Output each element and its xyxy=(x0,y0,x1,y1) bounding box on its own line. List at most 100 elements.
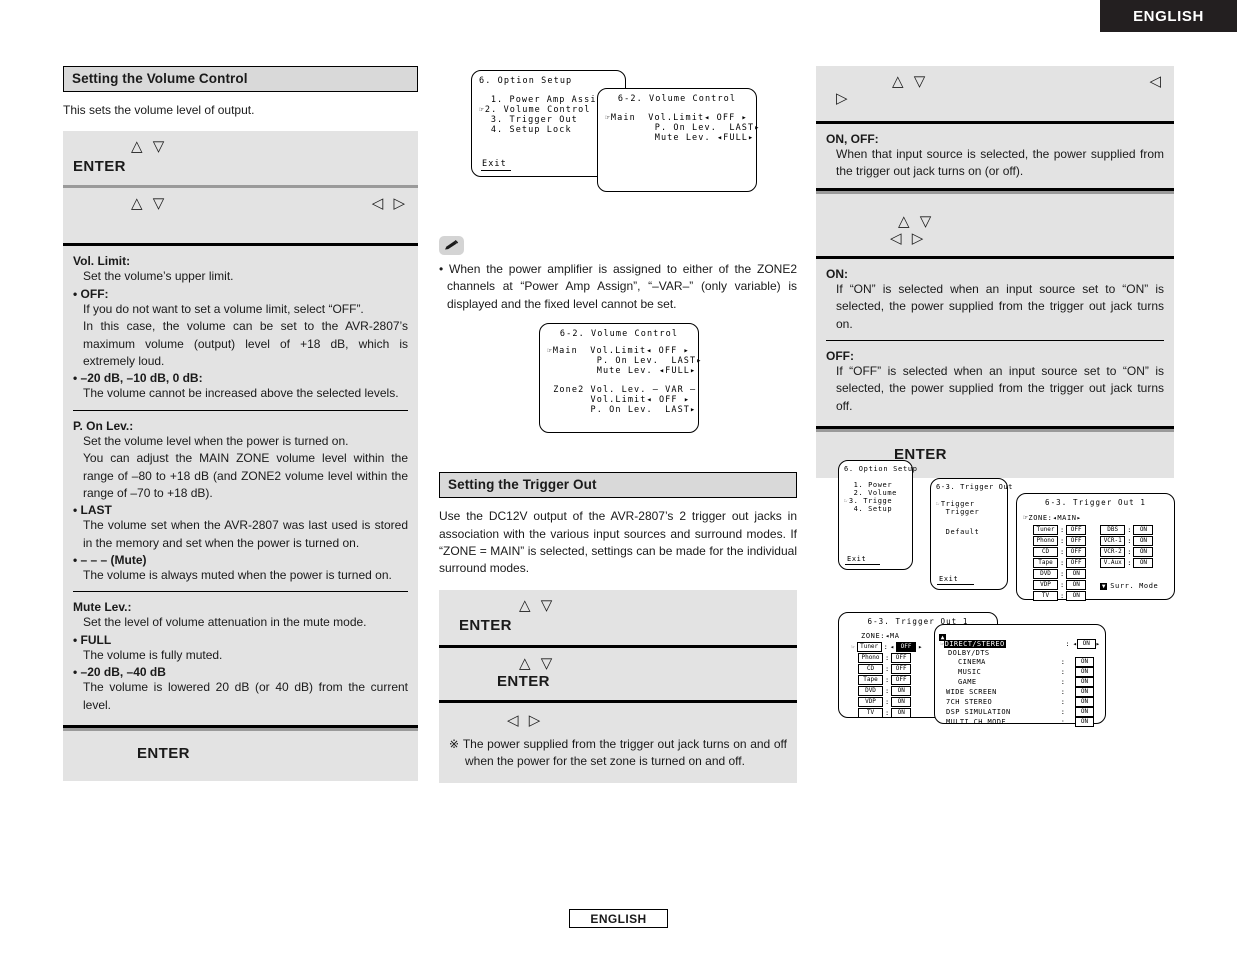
mode-row[interactable]: ☞ DIRECT/STEREO : ◂ ON ▸ xyxy=(940,639,1100,649)
osd-title-volume-control: 6-2. Volume Control xyxy=(617,94,737,104)
mode-label: CINEMA xyxy=(958,658,986,666)
section-heading-volume: Setting the Volume Control xyxy=(63,66,418,92)
osd-group-volume-zone2: 6-2. Volume Control ☞Main Vol.Limit◂ OFF… xyxy=(439,323,797,448)
osd-row-mute-lev[interactable]: Mute Lev. ◂FULL▸ xyxy=(605,133,753,143)
memo-note-text: • When the power amplifier is assigned t… xyxy=(439,262,797,311)
term-vol-limit: Vol. Limit: xyxy=(73,254,131,269)
osd-group-volume: 6. Option Setup 1. Power Amp Assign ☞2. … xyxy=(439,66,797,216)
source-row[interactable]: V.Aux: ON xyxy=(1100,558,1158,568)
arrow-left-icon: ◁ xyxy=(1149,73,1164,90)
bullet-full-label: • FULL xyxy=(73,632,112,647)
mode-row[interactable]: CINEMA : ON xyxy=(940,657,1100,667)
osd-trig-item-1[interactable]: Trigger xyxy=(936,508,1002,516)
source-row[interactable]: Tape: OFF xyxy=(1033,558,1087,568)
osd-small-item-0[interactable]: 1. Power xyxy=(844,481,907,489)
osd-volume-rows: ☞Main Vol.Limit◂ OFF ▸ P. On Lev. LAST▸ … xyxy=(605,113,760,143)
mode-value: ON xyxy=(1075,657,1094,667)
desc-off: If “OFF” is selected when an input sourc… xyxy=(836,363,1164,413)
term-on-off: ON, OFF: xyxy=(826,132,879,146)
osd-trig-item-2[interactable]: Default xyxy=(936,528,1002,536)
mode-value: ON xyxy=(1075,697,1094,707)
source-row[interactable]: DVD: ON xyxy=(1033,569,1087,579)
mode-label: DIRECT/STEREO xyxy=(943,640,1006,648)
source-list-right: DBS: ON VCR-1: ON VCR-2: ON V.Aux: ON ▼ Surr… xyxy=(1100,525,1158,601)
source-row[interactable]: TV: ON xyxy=(1033,591,1087,601)
desc-mute-lev: Set the level of volume attenuation in t… xyxy=(83,615,367,630)
osd-z2-row-vol-lev[interactable]: Zone2 Vol. Lev. – VAR – xyxy=(547,385,695,395)
entry-p-on-lev: P. On Lev.: Set the volume level when th… xyxy=(63,411,418,592)
arrow-left-right-icon-3: ◁ ▷ xyxy=(890,229,927,247)
mode-row[interactable]: MULTI CH MODE : ON xyxy=(940,717,1100,727)
enter-label-3: ENTER xyxy=(459,616,512,634)
surr-mode-link[interactable]: ▼ Surr. Mode xyxy=(1100,582,1158,590)
volume-intro-text: This sets the volume level of output. xyxy=(63,103,255,117)
source-row[interactable]: Tuner: OFF xyxy=(1033,525,1087,535)
bullet-2040-text: The volume is lowered 20 dB (or 40 dB) f… xyxy=(83,680,408,712)
osd-z2-row-vol-limit2[interactable]: Vol.Limit◂ OFF ▸ xyxy=(547,395,691,405)
desc-vol-limit: Set the volume’s upper limit. xyxy=(83,269,234,284)
arrow-up-down-icon-4: △ ▽ xyxy=(519,654,556,672)
osd-small-item-1[interactable]: 2. Volume xyxy=(844,489,907,497)
section-trigger-out: Setting the Trigger Out Use the DC12V ou… xyxy=(439,472,797,783)
osd-small-item-2[interactable]: ☞3. Trigge xyxy=(844,497,907,505)
mode-row[interactable]: DOLBY/DTS xyxy=(940,649,1100,657)
source-row[interactable]: VCR-2: ON xyxy=(1100,547,1158,557)
mode-label: MULTI CH MODE xyxy=(946,718,1006,726)
enter-label-1: ENTER xyxy=(73,158,126,176)
term-mute-lev: Mute Lev.: xyxy=(73,600,132,615)
mode-row[interactable]: GAME : ON xyxy=(940,677,1100,687)
surr-mode-label: Surr. Mode xyxy=(1110,582,1159,590)
arrow-up-down-icon: △ ▽ xyxy=(131,138,168,156)
mode-row[interactable]: WIDE SCREEN : ON xyxy=(940,687,1100,697)
mode-row[interactable]: 7CH STEREO : ON xyxy=(940,697,1100,707)
source-row[interactable]: DBS: ON xyxy=(1100,525,1158,535)
source-row[interactable]: Phono: OFF xyxy=(1033,536,1087,546)
mode-row[interactable]: MUSIC : ON xyxy=(940,667,1100,677)
mode-value: ON xyxy=(1075,667,1094,677)
mode-label: MUSIC xyxy=(958,668,982,676)
bullet-last-label: • LAST xyxy=(73,503,112,518)
osd-title-volume-control-z2: 6-2. Volume Control xyxy=(559,329,679,340)
desc-on-off: When that input source is selected, the … xyxy=(836,147,1164,179)
source-row[interactable]: CD: OFF xyxy=(1033,547,1087,557)
bullet-off-label: • OFF: xyxy=(73,286,109,301)
osd-cluster-trigger: 6. Option Setup 1. Power 2. Volume ☞3. T… xyxy=(838,460,1230,740)
osd-exit-button[interactable]: Exit xyxy=(481,159,511,171)
osd-trig-exit[interactable]: Exit xyxy=(937,575,975,585)
bullet-mute-label: • – – – (Mute) xyxy=(73,553,147,568)
mode-label: WIDE SCREEN xyxy=(946,688,997,696)
osd-row-p-on-lev[interactable]: P. On Lev. LAST▸ xyxy=(605,123,760,133)
mode-row[interactable]: DSP SIMULATION : ON xyxy=(940,707,1100,717)
osd-z2-row-vol-limit[interactable]: ☞Main Vol.Limit◂ OFF ▸ xyxy=(547,346,691,356)
volume-operation-panel-top: △ ▽ ENTER △ ▽ ◁ ▷ Vol. Limit: Set the vo… xyxy=(63,131,418,782)
osd-z2-row-mute-lev[interactable]: Mute Lev. ◂FULL▸ xyxy=(547,366,695,376)
osd-z2-row-p-on-lev[interactable]: P. On Lev. LAST▸ xyxy=(547,356,702,366)
mode-value: ON xyxy=(1075,707,1094,717)
arrow-up-down-icon-2: △ ▽ xyxy=(131,195,168,213)
osd-trig-item-0[interactable]: ☞Trigger xyxy=(936,500,1002,508)
osd-panel-volume-control-main: 6-2. Volume Control ☞Main Vol.Limit◂ OFF… xyxy=(597,88,760,192)
osd-z2-row-p-on-lev2[interactable]: P. On Lev. LAST▸ xyxy=(547,405,696,415)
mode-value: ON xyxy=(1075,687,1094,697)
osd-small-exit[interactable]: Exit xyxy=(845,555,881,565)
source-row[interactable]: VCR-1: ON xyxy=(1100,536,1158,546)
osd-panel-trigger-out-menu: 6-3. Trigger Out ☞Trigger Trigger Defaul… xyxy=(930,478,1014,590)
osd-row-vol-limit[interactable]: ☞Main Vol.Limit◂ OFF ▸ xyxy=(605,113,749,123)
trigger-operation-panel: △ ▽ ENTER △ ▽ ENTER ◁ ▷ ※ The power supp… xyxy=(439,589,797,783)
arrow-right-icon: ▷ xyxy=(836,90,851,107)
osd-title-trigger-menu: 6-3. Trigger Out xyxy=(936,483,1014,491)
source-row[interactable]: VDP: ON xyxy=(1033,580,1087,590)
desc-p-on-lev: Set the volume level when the power is t… xyxy=(83,433,408,500)
osd-zone-row[interactable]: ☞ZONE:◂MAIN▸ xyxy=(1023,513,1168,522)
arrow-down-box-icon: ▼ xyxy=(1100,582,1108,590)
bullet-db-text: The volume cannot be increased above the… xyxy=(83,386,399,401)
trigger-intro-text: Use the DC12V output of the AVR-2807’s 2… xyxy=(439,509,797,576)
trigger-footnote: ※ The power supplied from the trigger ou… xyxy=(449,736,787,769)
right-operation-panel: △ ▽ ◁ ▷ ON, OFF: When that input source … xyxy=(816,66,1174,479)
cursor-marker-2 xyxy=(479,115,491,124)
mode-label: DSP SIMULATION xyxy=(946,708,1011,716)
osd-small-item-3[interactable]: 4. Setup xyxy=(844,505,907,513)
enter-label-2: ENTER xyxy=(137,745,190,763)
arrow-up-down-icon-3: △ ▽ xyxy=(519,596,556,614)
arrow-left-right-icon-2: ◁ ▷ xyxy=(507,711,544,729)
